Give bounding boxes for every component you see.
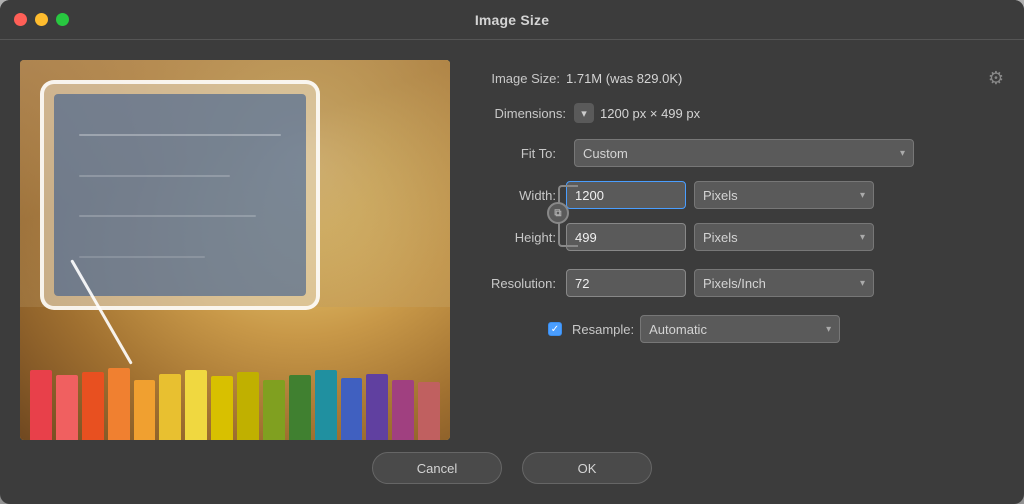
pencils — [20, 360, 450, 440]
preview-inner — [20, 60, 450, 440]
resample-chevron-icon: ▾ — [826, 324, 831, 335]
dimensions-row: Dimensions: ▾ 1200 px × 499 px — [470, 103, 1004, 123]
fit-to-dropdown[interactable]: Custom ▾ — [574, 139, 914, 167]
fit-to-chevron-icon: ▾ — [900, 148, 905, 159]
image-size-inner: Image Size: 1.71M (was 829.0K) — [470, 71, 682, 86]
right-panel: Image Size: 1.71M (was 829.0K) ⚙ Dimensi… — [470, 60, 1004, 420]
fit-to-label: Fit To: — [470, 146, 566, 161]
dimensions-value: 1200 px × 499 px — [600, 106, 700, 121]
resample-checkbox-area: ✓ — [470, 322, 566, 336]
close-button[interactable] — [14, 13, 27, 26]
width-label: Width: — [470, 188, 566, 203]
cancel-button[interactable]: Cancel — [372, 452, 502, 484]
width-height-group: ⧉ Width: Pixels ▾ Height: Pixels — [470, 181, 1004, 265]
height-label: Height: — [470, 230, 566, 245]
height-unit-chevron-icon: ▾ — [860, 232, 865, 243]
width-unit-chevron-icon: ▾ — [860, 190, 865, 201]
width-unit-value: Pixels — [703, 188, 738, 203]
height-unit-value: Pixels — [703, 230, 738, 245]
fit-to-row: Fit To: Custom ▾ — [470, 139, 1004, 167]
image-size-dialog: Image Size — [0, 0, 1024, 504]
image-preview — [20, 60, 450, 440]
resample-label: Resample: — [572, 322, 634, 337]
resolution-row: Resolution: Pixels/Inch ▾ — [470, 269, 1004, 297]
resolution-unit-value: Pixels/Inch — [703, 276, 766, 291]
title-bar: Image Size — [0, 0, 1024, 40]
resolution-unit-dropdown[interactable]: Pixels/Inch ▾ — [694, 269, 874, 297]
height-unit-dropdown[interactable]: Pixels ▾ — [694, 223, 874, 251]
image-size-label: Image Size: — [470, 71, 560, 86]
minimize-button[interactable] — [35, 13, 48, 26]
dimensions-label: Dimensions: — [470, 106, 566, 121]
main-content: Image Size: 1.71M (was 829.0K) ⚙ Dimensi… — [0, 40, 1024, 440]
resample-value: Automatic — [649, 322, 707, 337]
link-icon[interactable]: ⧉ — [547, 202, 569, 224]
image-size-value: 1.71M (was 829.0K) — [566, 71, 682, 86]
resample-dropdown[interactable]: Automatic ▾ — [640, 315, 840, 343]
ok-button[interactable]: OK — [522, 452, 652, 484]
resolution-label: Resolution: — [470, 276, 566, 291]
window-controls — [14, 13, 69, 26]
dimensions-chevron[interactable]: ▾ — [574, 103, 594, 123]
resample-row: ✓ Resample: Automatic ▾ — [470, 315, 1004, 343]
width-input[interactable] — [566, 181, 686, 209]
resolution-unit-chevron-icon: ▾ — [860, 278, 865, 289]
width-unit-dropdown[interactable]: Pixels ▾ — [694, 181, 874, 209]
gear-icon[interactable]: ⚙ — [988, 68, 1004, 89]
maximize-button[interactable] — [56, 13, 69, 26]
dialog-title: Image Size — [475, 12, 549, 28]
image-size-row: Image Size: 1.71M (was 829.0K) ⚙ — [470, 68, 1004, 89]
resample-checkbox[interactable]: ✓ — [548, 322, 562, 336]
bottom-buttons: Cancel OK — [0, 440, 1024, 504]
resolution-input[interactable] — [566, 269, 686, 297]
height-input[interactable] — [566, 223, 686, 251]
height-row: Height: Pixels ▾ — [470, 223, 1004, 251]
fit-to-value: Custom — [583, 146, 628, 161]
